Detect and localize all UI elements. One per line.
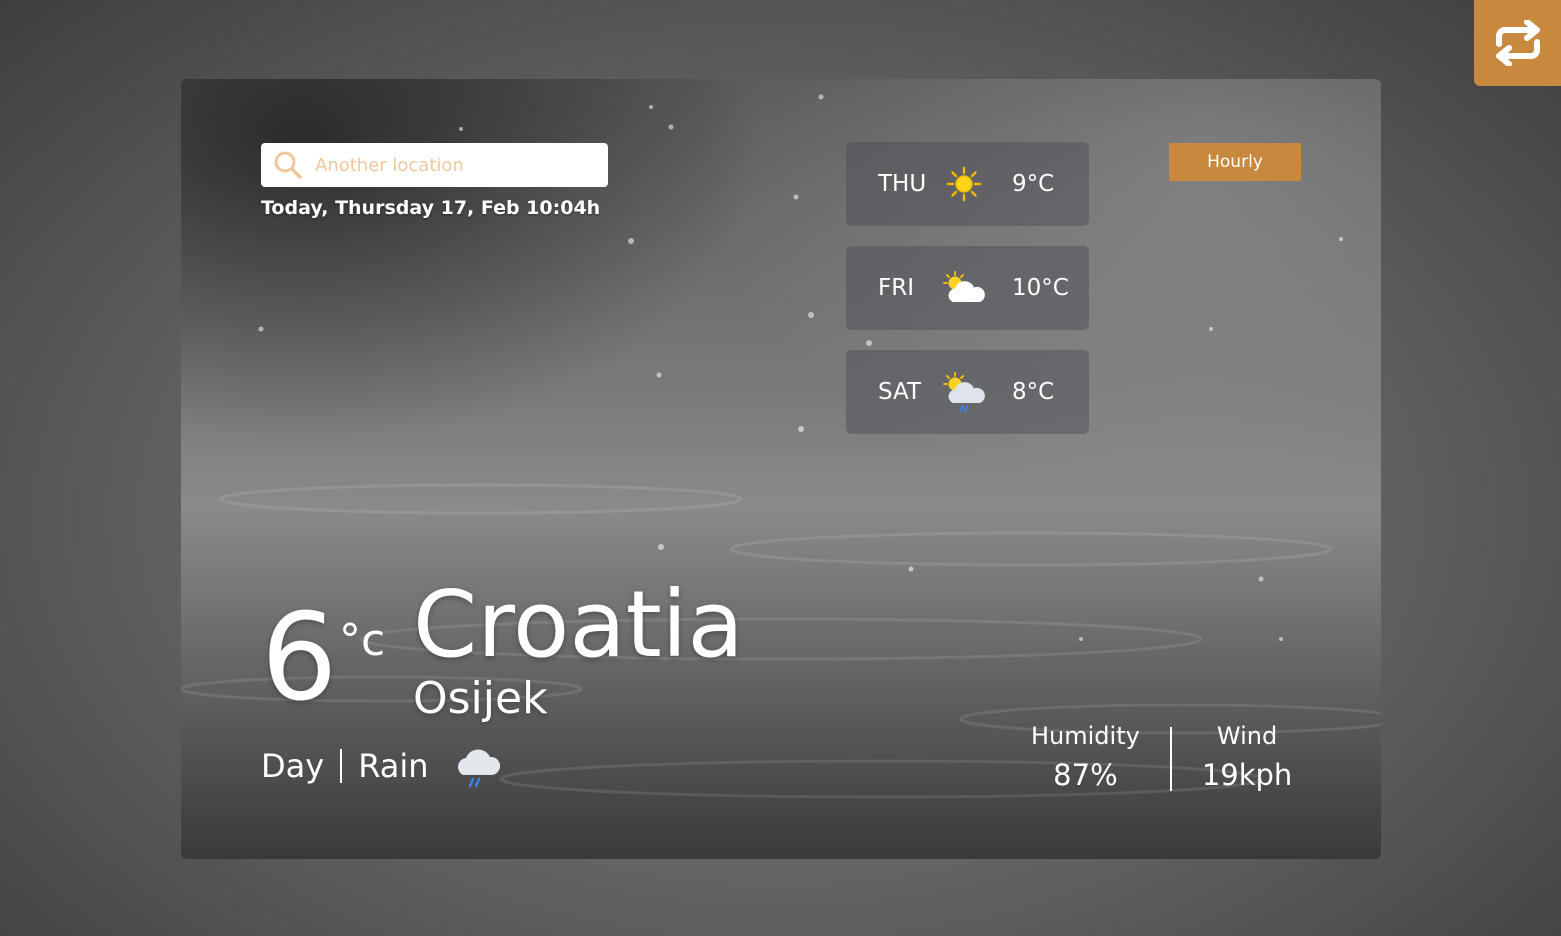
partly-cloudy-icon [943,271,985,302]
search-input[interactable] [313,153,587,177]
partly-cloudy-rain-icon [943,372,985,412]
city-name: Osijek [413,673,548,724]
country-name: Croatia [413,571,744,678]
wind-stat: Wind 19kph [1202,722,1292,792]
humidity-label: Humidity [1031,722,1140,750]
sun-icon [946,166,982,202]
condition-text: Rain [358,747,429,785]
condition-row: Day Rain [261,743,501,789]
forecast-temp: 10°C [1012,275,1069,301]
forecast-row: FRI 10°C [846,246,1089,330]
wind-value: 19kph [1201,758,1293,792]
forecast-row: THU 9°C [846,142,1089,226]
repeat-icon [1495,20,1540,66]
temperature-unit: °c [339,615,386,666]
search-icon [274,151,302,179]
forecast-list: THU 9°C FRI 10°C SAT 8°C [846,142,1089,454]
forecast-day: THU [878,171,927,197]
forecast-temp: 9°C [1012,171,1055,197]
forecast-row: SAT 8°C [846,350,1089,434]
forecast-day: SAT [878,379,922,405]
humidity-value: 87% [1053,758,1118,792]
hourly-button[interactable]: Hourly [1169,143,1301,181]
weather-stats: Humidity 87% Wind 19kph [1031,722,1292,792]
weather-card: Today, Thursday 17, Feb 10:04h THU 9°C F… [181,79,1381,859]
divider [340,749,343,783]
forecast-temp: 8°C [1012,379,1055,405]
humidity-stat: Humidity 87% [1031,722,1140,792]
location-search[interactable] [261,143,608,187]
current-date: Today, Thursday 17, Feb 10:04h [261,197,601,219]
forecast-day: FRI [878,275,914,301]
swap-view-button[interactable] [1474,0,1561,86]
wind-label: Wind [1216,722,1278,750]
rain-cloud-icon [457,749,500,788]
current-temperature: 6 [261,589,338,728]
day-period: Day [261,747,325,785]
stats-divider [1169,727,1172,791]
